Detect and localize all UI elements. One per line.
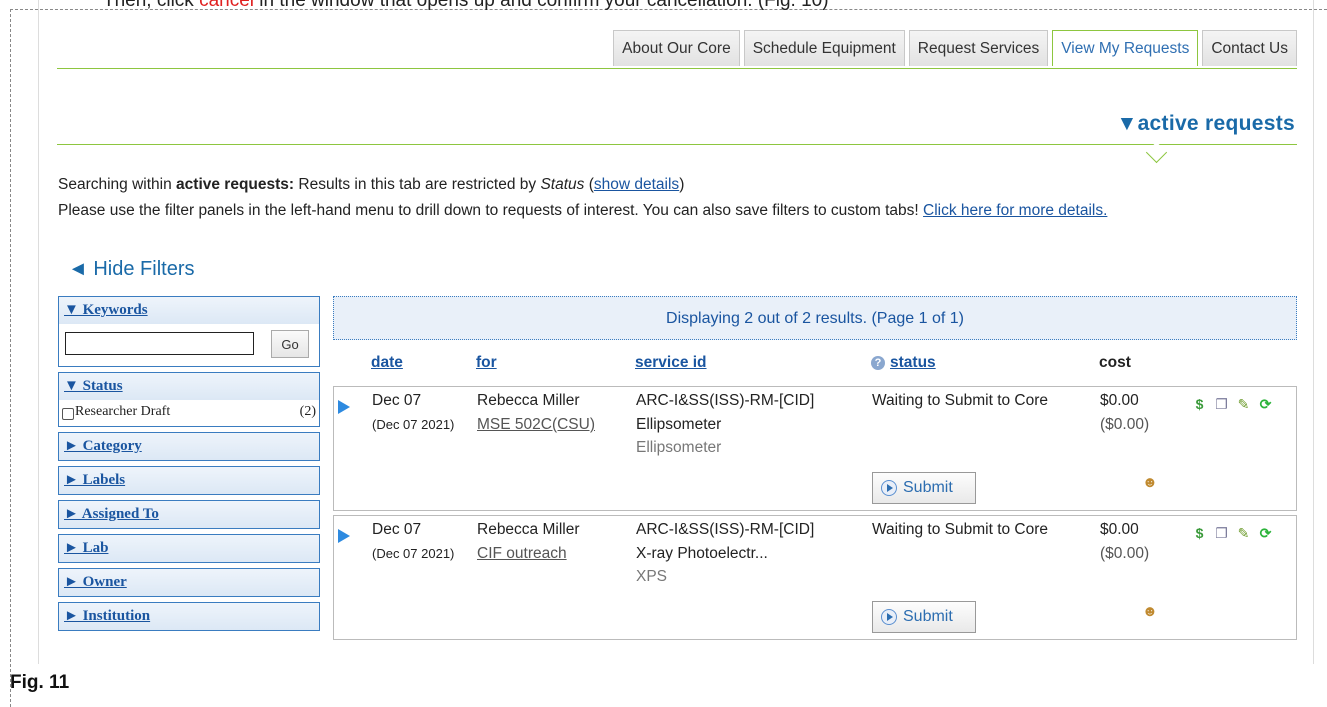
- dashed-border-left: [10, 9, 11, 707]
- go-button[interactable]: Go: [271, 330, 309, 358]
- submit-button[interactable]: Submit: [872, 601, 976, 633]
- status-header[interactable]: ▼ Status: [59, 373, 319, 400]
- more-details-link[interactable]: Click here for more details.: [923, 202, 1107, 219]
- researcher-draft-checkbox[interactable]: [62, 408, 74, 420]
- status-panel: ▼ Status Researcher Draft (2): [58, 372, 320, 427]
- copy-icon[interactable]: ❐: [1212, 395, 1231, 414]
- edit-icon[interactable]: ✎: [1234, 524, 1253, 543]
- search-info: Searching within active requests: Result…: [58, 176, 685, 193]
- expand-row-icon[interactable]: [338, 400, 350, 414]
- row-actions: $ ❐ ✎ ⟳: [1190, 395, 1275, 414]
- row-for-name: Rebecca Miller: [477, 521, 580, 538]
- row-date-full: (Dec 07 2021): [372, 546, 455, 561]
- row-for-link[interactable]: MSE 502C(CSU): [477, 416, 595, 434]
- row-cost-sub: ($0.00): [1100, 545, 1150, 562]
- row-service-id: ARC-I&SS(ISS)-RM-[CID]: [636, 392, 815, 409]
- edit-icon[interactable]: ✎: [1234, 395, 1253, 414]
- results-header: date for service id ? status cost: [333, 340, 1297, 386]
- category-panel[interactable]: ► Category: [58, 432, 320, 461]
- section-title[interactable]: ▼active requests: [1116, 112, 1295, 136]
- assign-person-icon[interactable]: ☻: [1142, 603, 1162, 621]
- row-date: Dec 07: [372, 392, 422, 409]
- tab-about-our-core[interactable]: About Our Core: [613, 30, 740, 66]
- filter-help: Please use the filter panels in the left…: [58, 202, 1108, 219]
- date-column-header[interactable]: date: [371, 354, 403, 372]
- owner-panel[interactable]: ► Owner: [58, 568, 320, 597]
- lab-panel[interactable]: ► Lab: [58, 534, 320, 563]
- row-date: Dec 07: [372, 521, 422, 538]
- show-details-link[interactable]: show details: [594, 176, 679, 193]
- refresh-icon[interactable]: ⟳: [1256, 395, 1275, 414]
- section-notch: [1145, 141, 1168, 164]
- keywords-header[interactable]: ▼ Keywords: [59, 297, 319, 324]
- filter-sidebar: ▼ Keywords Go ▼ Status Researcher Draft …: [58, 296, 320, 636]
- row-service-sub: Ellipsometer: [636, 439, 722, 456]
- row-actions: $ ❐ ✎ ⟳: [1190, 524, 1275, 543]
- for-column-header[interactable]: for: [476, 354, 497, 372]
- assigned-to-panel[interactable]: ► Assigned To: [58, 500, 320, 529]
- status-option-count: (2): [299, 404, 316, 419]
- help-icon[interactable]: ?: [871, 356, 885, 370]
- results-area: Displaying 2 out of 2 results. (Page 1 o…: [333, 296, 1297, 644]
- status-option-label: Researcher Draft: [75, 404, 171, 419]
- row-date-full: (Dec 07 2021): [372, 417, 455, 432]
- row-for-link[interactable]: CIF outreach: [477, 545, 567, 563]
- institution-panel[interactable]: ► Institution: [58, 602, 320, 631]
- row-service-id: ARC-I&SS(ISS)-RM-[CID]: [636, 521, 815, 538]
- tab-schedule-equipment[interactable]: Schedule Equipment: [743, 30, 905, 66]
- refresh-icon[interactable]: ⟳: [1256, 524, 1275, 543]
- screenshot-frame: About Our Core Schedule Equipment Reques…: [38, 0, 1314, 664]
- status-column-header[interactable]: ? status: [871, 354, 936, 372]
- nav-tabs: About Our Core Schedule Equipment Reques…: [613, 30, 1297, 66]
- charge-icon[interactable]: $: [1190, 395, 1209, 414]
- assign-person-icon[interactable]: ☻: [1142, 474, 1162, 492]
- table-row: Dec 07 (Dec 07 2021) Rebecca Miller MSE …: [333, 386, 1297, 511]
- row-cost: $0.00: [1100, 392, 1139, 409]
- keywords-input[interactable]: [65, 332, 254, 355]
- copy-icon[interactable]: ❐: [1212, 524, 1231, 543]
- figure-caption: Fig. 11: [10, 672, 70, 693]
- results-banner: Displaying 2 out of 2 results. (Page 1 o…: [333, 296, 1297, 340]
- tabs-underline: [57, 68, 1297, 69]
- service-id-column-header[interactable]: service id: [635, 354, 707, 372]
- submit-button[interactable]: Submit: [872, 472, 976, 504]
- keywords-panel: ▼ Keywords Go: [58, 296, 320, 367]
- play-icon: [881, 480, 897, 496]
- row-status: Waiting to Submit to Core: [872, 392, 1049, 409]
- table-row: Dec 07 (Dec 07 2021) Rebecca Miller CIF …: [333, 515, 1297, 640]
- row-service-name: Ellipsometer: [636, 416, 722, 433]
- row-service-name: X-ray Photoelectr...: [636, 545, 768, 562]
- hide-filters-toggle[interactable]: ◄ Hide Filters: [68, 258, 194, 281]
- row-service-sub: XPS: [636, 568, 668, 585]
- row-cost: $0.00: [1100, 521, 1139, 538]
- tab-contact-us[interactable]: Contact Us: [1202, 30, 1297, 66]
- cost-column-header: cost: [1099, 354, 1131, 371]
- section-underline: [57, 144, 1297, 145]
- charge-icon[interactable]: $: [1190, 524, 1209, 543]
- play-icon: [881, 609, 897, 625]
- labels-panel[interactable]: ► Labels: [58, 466, 320, 495]
- row-cost-sub: ($0.00): [1100, 416, 1150, 433]
- expand-row-icon[interactable]: [338, 529, 350, 543]
- row-for-name: Rebecca Miller: [477, 392, 580, 409]
- row-status: Waiting to Submit to Core: [872, 521, 1049, 538]
- tab-request-services[interactable]: Request Services: [908, 30, 1049, 66]
- tab-view-my-requests[interactable]: View My Requests: [1052, 30, 1199, 66]
